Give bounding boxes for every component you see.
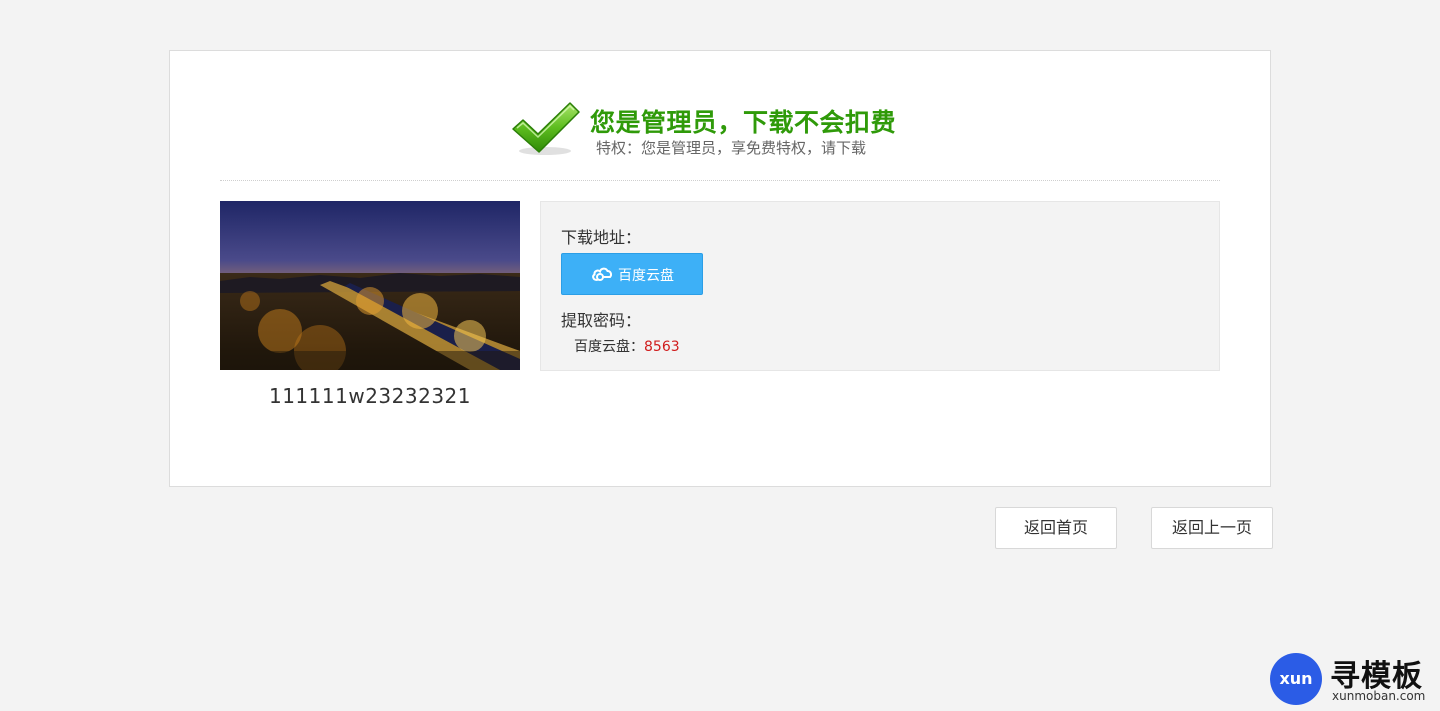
- download-address-label: 下载地址：: [561, 228, 642, 247]
- divider: [220, 180, 1220, 181]
- result-header-inner: 您是管理员，下载不会扣费 特权：您是管理员，享免费特权，请下载: [511, 101, 911, 161]
- back-home-button[interactable]: 返回首页: [995, 507, 1117, 549]
- password-label: 提取密码：: [561, 311, 642, 330]
- back-previous-button[interactable]: 返回上一页: [1151, 507, 1273, 549]
- result-subtitle: 特权：您是管理员，享免费特权，请下载: [596, 139, 867, 157]
- extraction-code-value: 8563: [644, 339, 680, 355]
- baidu-pan-button[interactable]: 百度云盘: [561, 253, 703, 295]
- result-title: 您是管理员，下载不会扣费: [590, 108, 897, 137]
- item-thumbnail: [220, 201, 520, 370]
- extraction-code: 百度云盘：8563: [574, 336, 680, 356]
- brand-logo: xun: [1270, 653, 1322, 705]
- download-card: 您是管理员，下载不会扣费 特权：您是管理员，享免费特权，请下载 111111w2…: [169, 50, 1271, 487]
- brand-watermark: xun 寻模板 xunmoban.com: [1270, 651, 1440, 711]
- result-header: 您是管理员，下载不会扣费 特权：您是管理员，享免费特权，请下载: [170, 101, 1270, 171]
- item-title: 111111w23232321: [268, 384, 471, 408]
- download-info-panel: 下载地址： 百度云盘 提取密码： 百度云盘：8563: [540, 201, 1220, 371]
- check-icon: [512, 102, 580, 155]
- extraction-code-prefix: 百度云盘：: [574, 339, 644, 355]
- baidu-pan-button-label: 百度云盘: [618, 268, 674, 284]
- brand-url: xunmoban.com: [1332, 689, 1426, 703]
- cloud-icon: [592, 267, 612, 281]
